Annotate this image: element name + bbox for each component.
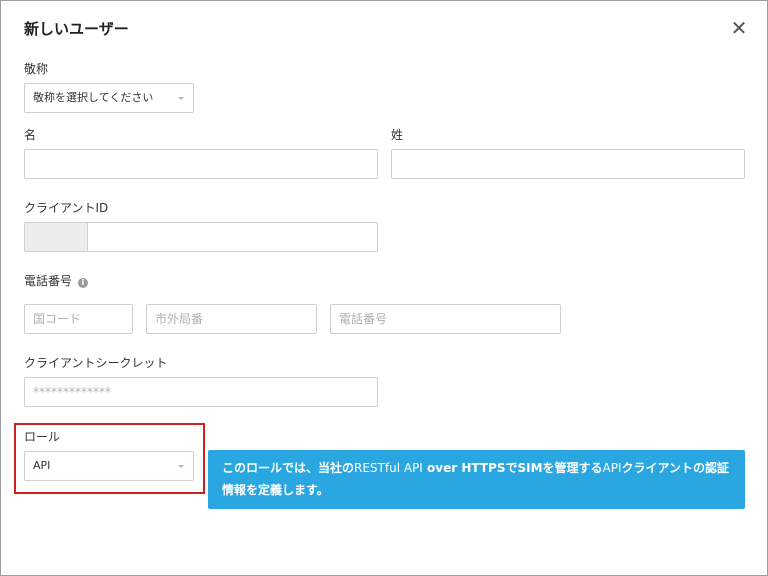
client-id-label: クライアントID [24,201,109,215]
first-name-input[interactable] [24,149,378,179]
info-icon[interactable]: i [78,278,89,288]
dialog-title: 新しいユーザー [24,20,129,38]
role-select[interactable]: API [24,451,194,481]
phone-number-input[interactable] [330,304,561,334]
area-code-input[interactable] [146,304,317,334]
client-id-prefix [25,223,88,251]
chevron-down-icon [178,465,184,468]
banner-text-3: over HTTPSでSIMを管理する [422,461,603,475]
chevron-down-icon [178,97,184,100]
phone-label-text: 電話番号 [24,274,73,288]
banner-text-4: API [602,461,622,475]
client-secret-label: クライアントシークレット [24,356,168,370]
phone-label: 電話番号 i [24,272,89,289]
client-id-field [24,222,378,252]
first-name-label: 名 [24,128,37,142]
new-user-dialog: 新しいユーザー ✕ 敬称 敬称を選択してください 名 姓 クライアントID 電話… [0,0,768,576]
last-name-label: 姓 [391,128,404,142]
close-icon[interactable]: ✕ [729,17,749,39]
role-info-banner: このロールでは、当社のRESTful API over HTTPSでSIMを管理… [208,450,745,509]
banner-text-1: このロールでは、当社の [222,461,355,475]
last-name-input[interactable] [391,149,745,179]
client-secret-input[interactable] [24,377,378,407]
role-label: ロール [24,430,61,444]
country-code-input[interactable] [24,304,133,334]
role-select-value: API [33,459,51,472]
client-id-input[interactable] [89,223,377,251]
salutation-label: 敬称 [24,62,49,76]
salutation-select[interactable]: 敬称を選択してください [24,83,194,113]
banner-text-2: RESTful API [354,461,423,475]
salutation-select-value: 敬称を選択してください [33,91,154,104]
